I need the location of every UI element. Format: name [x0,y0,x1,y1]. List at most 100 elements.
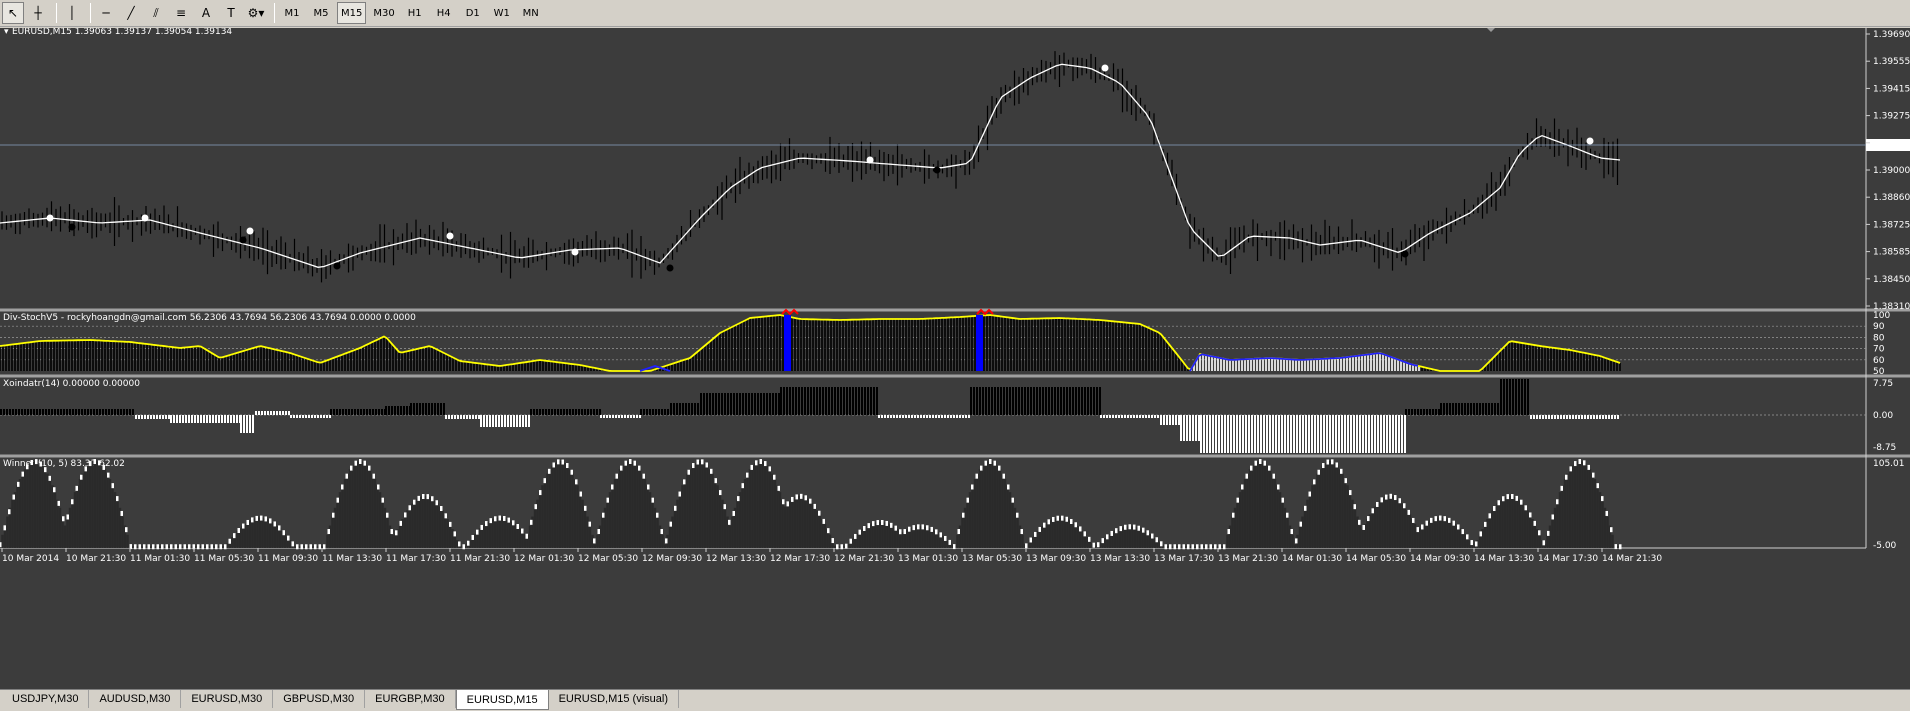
time-axis-label: 12 Mar 05:30 [578,554,638,564]
winner-step [17,481,20,487]
winner-step [1290,529,1293,535]
winner-step [881,519,884,525]
winner-step [521,528,524,534]
winner-step [467,540,470,546]
winner-step [1074,522,1077,528]
winner-step [1610,527,1613,533]
horizontal-line-tool-icon[interactable]: ─ [95,2,117,24]
winner-step [1596,483,1599,489]
timeframe-button-d1[interactable]: D1 [460,2,486,24]
winner-step [152,544,155,550]
time-axis-label: 10 Mar 21:30 [66,554,126,564]
winner-step [156,544,159,550]
winner-step [1416,527,1419,533]
winner-step [642,473,645,479]
winner-step [804,495,807,501]
winner-step [489,518,492,524]
winner-step [341,484,344,490]
winner-step [1551,514,1554,520]
fibonacci-tool-icon[interactable]: ≡ [170,2,192,24]
winner-step [845,543,848,549]
winner-step [1398,498,1401,504]
winner-step [107,472,110,478]
winner-step [494,516,497,522]
winner-step [786,501,789,507]
toolbar-separator [90,3,91,23]
winner-step [1236,497,1239,503]
shapes-menu-tool-icon[interactable]: ⚙▾ [245,2,267,24]
winner-step [674,505,677,511]
winner-step [246,519,249,525]
text-label-tool-icon[interactable]: T [220,2,242,24]
winner-step [1614,544,1617,550]
channel-tool-icon[interactable]: ⫽ [145,2,167,24]
chart-tab[interactable]: EURUSD,M30 [181,690,274,708]
winner-step [1065,516,1068,522]
winner-step [1124,524,1127,530]
winner-step [345,473,348,479]
winner-step [723,504,726,510]
winner-step [809,498,812,504]
chart-tab[interactable]: AUDUSD,M30 [89,690,182,708]
timeframe-button-m30[interactable]: M30 [369,2,398,24]
winner-step [309,544,312,550]
crosshair-tool-icon[interactable]: ┼ [27,2,49,24]
winner-step [134,544,137,550]
timeframe-button-h4[interactable]: H4 [431,2,457,24]
chart-tab[interactable]: EURGBP,M30 [365,690,456,708]
time-axis-label: 11 Mar 17:30 [386,554,446,564]
timeframe-button-m1[interactable]: M1 [279,2,305,24]
stoch-level-label: 100 [1873,311,1890,321]
winner-step [26,464,29,470]
winner-step [570,469,573,475]
vertical-line-tool-icon[interactable]: │ [61,2,83,24]
chart-tab[interactable]: GBPUSD,M30 [273,690,366,708]
winner-step [1272,473,1275,479]
text-tool-icon[interactable]: A [195,2,217,24]
winner-step [431,496,434,502]
winner-step [543,478,546,484]
time-axis-label: 11 Mar 05:30 [194,554,254,564]
winner-step [935,529,938,535]
chart-tab[interactable]: EURUSD,M15 [455,690,549,710]
winner-step [759,459,762,465]
winner-step [350,465,353,471]
winner-step [8,509,11,515]
timeframe-button-h1[interactable]: H1 [402,2,428,24]
winner-step [912,525,915,531]
winner-step [1502,496,1505,502]
timeframe-button-m15[interactable]: M15 [337,2,367,24]
winner-step [44,467,47,473]
winner-step [782,499,785,505]
timeframe-button-m5[interactable]: M5 [308,2,334,24]
winner-step [1169,544,1172,550]
winner-step [1101,538,1104,544]
winner-step [170,544,173,550]
winner-step [165,544,168,550]
winner-step [561,459,564,465]
winner-step [1326,459,1329,465]
timeframe-button-w1[interactable]: W1 [489,2,515,24]
winner-step [768,466,771,472]
trendline-tool-icon[interactable]: ╱ [120,2,142,24]
winner-step [669,521,672,527]
chart-canvas[interactable]: 1.39134 ▾ EURUSD,M15 1.39063 1.39137 1.390… [0,28,1910,689]
chart-tab[interactable]: EURUSD,M15 (visual) [549,690,679,708]
timeframe-button-mn[interactable]: MN [518,2,544,24]
winner-step [84,466,87,472]
winner-step [1178,544,1181,550]
chart-tab[interactable]: USDJPY,M30 [2,690,90,708]
cursor-tool-icon[interactable]: ↖ [2,2,24,24]
winner-step [660,529,663,535]
sell-signal-dot [1401,250,1409,258]
winner-step [597,529,600,535]
winner-step [984,460,987,466]
winner-step [201,544,204,550]
winner-step [1389,493,1392,499]
winner-step [377,484,380,490]
winner-step [1439,515,1442,521]
winner-step [1475,541,1478,547]
chart-window[interactable]: 1.39134 ▾ EURUSD,M15 1.39063 1.39137 1.390… [0,28,1910,689]
winner-step [980,465,983,471]
winner-step [1268,465,1271,471]
